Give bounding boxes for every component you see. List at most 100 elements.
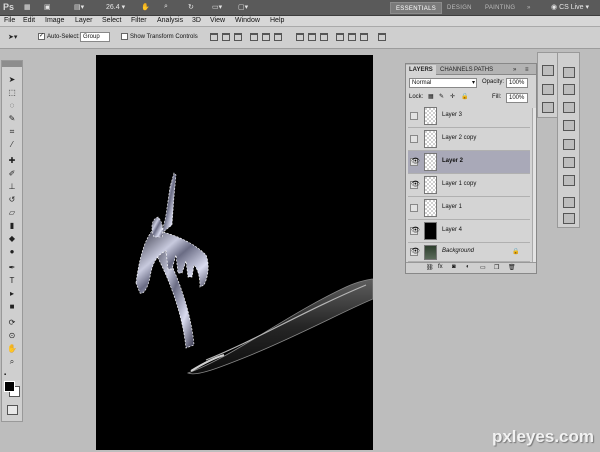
link-layers-icon[interactable]: ⛓ [426,264,434,271]
zoom-tool-button[interactable]: ⌕ [164,3,180,13]
cs-live-button[interactable]: ◉ CS Live ▾ [551,3,599,13]
tab-paths[interactable]: PATHS [471,65,496,75]
distribute-left-icon[interactable] [336,33,344,41]
layer-row-background[interactable]: 👁 Background 🔒 [408,243,530,262]
default-colors-icon[interactable]: ▪ [4,372,12,380]
align-top-icon[interactable] [210,33,218,41]
type-tool-icon[interactable]: T [6,276,18,285]
color-panel-icon[interactable] [563,139,575,150]
new-group-icon[interactable]: ▭ [480,264,486,271]
tab-layers[interactable]: LAYERS [406,65,436,75]
rotate-view-button[interactable]: ↻ [188,3,204,13]
swatches-panel-icon[interactable] [563,157,575,168]
menu-window[interactable]: Window [235,17,260,24]
workspace-essentials[interactable]: ESSENTIALS [390,2,442,14]
auto-align-icon[interactable] [378,33,386,41]
auto-select-dropdown[interactable]: Group [80,32,110,42]
tools-panel-header[interactable] [2,61,22,67]
3d-panel-icon[interactable] [542,65,554,76]
lock-transparent-icon[interactable]: ▦ [428,93,434,100]
clone-stamp-tool-icon[interactable]: ⊥ [6,182,18,191]
lock-image-icon[interactable]: ✎ [439,93,444,100]
tool-presets-panel-icon[interactable] [563,197,575,208]
pen-tool-icon[interactable]: ✒ [6,263,18,272]
healing-brush-tool-icon[interactable]: ✚ [6,156,18,165]
distribute-top-icon[interactable] [296,33,304,41]
layer-style-icon[interactable]: fx [438,264,443,270]
eyedropper-tool-icon[interactable]: ⁄ [6,140,18,149]
blur-tool-icon[interactable]: ◆ [6,234,18,243]
layers-scrollbar[interactable] [532,108,536,262]
show-transform-checkbox[interactable] [121,33,128,40]
masks-panel-icon[interactable] [542,102,554,113]
menu-file[interactable]: File [4,17,15,24]
align-vcenter-icon[interactable] [222,33,230,41]
distribute-vcenter-icon[interactable] [308,33,316,41]
hand-tool-button[interactable]: ✋ [141,3,157,13]
hand-tool-icon[interactable]: ✋ [6,344,18,353]
menu-layer[interactable]: Layer [75,17,93,24]
zoom-tool-icon[interactable]: ⌕ [6,357,18,366]
new-layer-icon[interactable]: ❐ [494,264,499,271]
move-tool-icon[interactable]: ➤ [6,75,18,84]
align-hcenter-icon[interactable] [262,33,270,41]
styles-panel-icon[interactable] [563,175,575,186]
shape-tool-icon[interactable]: ■ [6,302,18,311]
menu-3d[interactable]: 3D [192,17,201,24]
eye-icon[interactable]: 👁 [410,227,418,235]
workspace-design[interactable]: DESIGN [442,2,477,14]
visibility-toggle[interactable] [410,204,418,212]
menu-analysis[interactable]: Analysis [157,17,183,24]
history-brush-tool-icon[interactable]: ↺ [6,195,18,204]
lasso-tool-icon[interactable]: ◌ [6,101,18,110]
marquee-tool-icon[interactable]: ⬚ [6,88,18,97]
blend-mode-dropdown[interactable]: Normal▾ [409,78,477,88]
layer-row-layer-2[interactable]: 👁 Layer 2 [408,151,530,174]
document-canvas[interactable] [96,55,373,450]
dodge-tool-icon[interactable]: ● [6,247,18,256]
distribute-hcenter-icon[interactable] [348,33,356,41]
foreground-color-swatch[interactable] [4,381,15,392]
screen-mode-button[interactable]: ▢▾ [238,3,254,13]
layer-row-layer-2-copy[interactable]: Layer 2 copy [408,128,530,151]
3d-orbit-tool-icon[interactable]: ⊙ [6,331,18,340]
eraser-tool-icon[interactable]: ▱ [6,208,18,217]
layer-row-layer-1[interactable]: Layer 1 [408,197,530,220]
menu-select[interactable]: Select [102,17,121,24]
delete-layer-icon[interactable]: 🗑 [508,264,516,271]
add-mask-icon[interactable]: ◙ [452,264,456,270]
lock-all-icon[interactable]: 🔒 [461,93,468,100]
fill-input[interactable]: 100% [506,93,528,103]
eye-icon[interactable]: 👁 [410,158,418,166]
menu-view[interactable]: View [210,17,225,24]
auto-select-checkbox[interactable]: ✓ [38,33,45,40]
collapse-panel-icon[interactable]: » [510,65,519,75]
lock-position-icon[interactable]: ✛ [450,93,455,100]
move-tool-preset-picker[interactable]: ➤▾ [8,33,26,43]
distribute-right-icon[interactable] [360,33,368,41]
opacity-input[interactable]: 100% [506,78,528,88]
zoom-level[interactable]: 26.4 ▾ [106,3,132,13]
workspace-more[interactable]: » [522,2,536,14]
bridge-button[interactable]: ▦ [24,3,38,13]
arrange-documents-button[interactable]: ▭▾ [212,3,228,13]
visibility-toggle[interactable] [410,135,418,143]
distribute-bottom-icon[interactable] [320,33,328,41]
menu-filter[interactable]: Filter [131,17,147,24]
quick-select-tool-icon[interactable]: ✎ [6,114,18,123]
workspace-painting[interactable]: PAINTING [480,2,520,14]
brush-tool-icon[interactable]: ✐ [6,169,18,178]
adjustments-panel-icon[interactable] [542,84,554,95]
eye-icon[interactable]: 👁 [410,181,418,189]
navigator-panel-icon[interactable] [563,84,575,95]
brushes-panel-icon[interactable] [563,213,575,224]
3d-rotate-tool-icon[interactable]: ⟳ [6,318,18,327]
crop-tool-icon[interactable]: ⌗ [6,127,18,136]
gradient-tool-icon[interactable]: ▮ [6,221,18,230]
panel-menu-icon[interactable]: ≡ [522,65,532,75]
align-left-icon[interactable] [250,33,258,41]
layer-row-layer-4[interactable]: 👁 Layer 4 [408,220,530,243]
layer-row-layer-3[interactable]: Layer 3 [408,105,530,128]
history-panel-icon[interactable] [563,102,575,113]
mini-bridge-button[interactable]: ▣ [44,3,58,13]
